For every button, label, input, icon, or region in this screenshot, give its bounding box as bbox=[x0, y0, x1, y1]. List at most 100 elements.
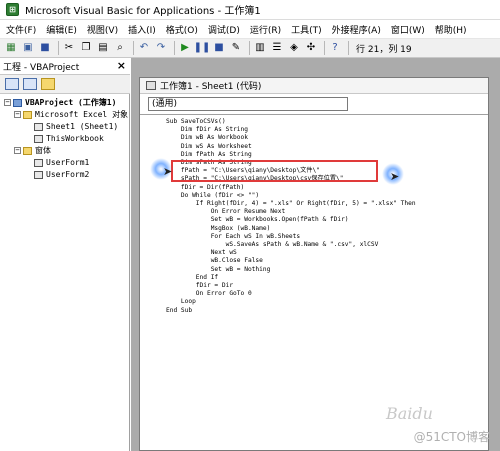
code-line[interactable]: End Sub bbox=[166, 307, 192, 315]
code-line[interactable]: Set wB = Workbooks.Open(fPath & fDir) bbox=[166, 216, 349, 224]
code-line[interactable]: If Right(fDir, 4) = ".xls" Or Right(fDir… bbox=[166, 200, 416, 208]
cursor-arrow-icon: ➤ bbox=[163, 165, 173, 178]
tree-item-forms[interactable]: − 窗体 bbox=[14, 145, 51, 156]
code-line[interactable]: fDir = Dir(fPath) bbox=[166, 184, 244, 192]
save-icon[interactable]: ■ bbox=[38, 41, 52, 55]
project-icon bbox=[13, 98, 22, 107]
code-window: 工作簿1 - Sheet1 (代码) (通用) Sub SaveToCSVs()… bbox=[139, 77, 489, 451]
cursor-position: 行 21，列 19 bbox=[356, 44, 412, 55]
run-icon[interactable]: ▶ bbox=[178, 41, 192, 55]
paste-icon[interactable]: ▤ bbox=[96, 41, 110, 55]
toggle-folders-icon[interactable] bbox=[41, 78, 55, 90]
tree-label: ThisWorkbook bbox=[46, 134, 104, 143]
userform-icon bbox=[34, 170, 43, 179]
design-mode-icon[interactable]: ✎ bbox=[229, 41, 243, 55]
menu-addins[interactable]: 外接程序(A) bbox=[332, 23, 381, 36]
cut-icon[interactable]: ✂ bbox=[62, 41, 76, 55]
code-line[interactable]: For Each wS In wB.Sheets bbox=[166, 233, 300, 241]
code-line[interactable]: On Error GoTo 0 bbox=[166, 290, 252, 298]
code-window-divider bbox=[140, 114, 488, 115]
code-window-title: 工作簿1 - Sheet1 (代码) bbox=[160, 82, 262, 92]
toolbar-divider bbox=[174, 41, 175, 55]
copy-icon[interactable]: ❐ bbox=[79, 41, 93, 55]
view-object-icon[interactable] bbox=[23, 78, 37, 90]
code-line[interactable]: Sub SaveToCSVs() bbox=[166, 118, 226, 126]
find-icon[interactable]: ⌕ bbox=[113, 41, 127, 55]
code-line[interactable]: Next wS bbox=[166, 249, 237, 257]
menu-view[interactable]: 视图(V) bbox=[87, 23, 118, 36]
baidu-watermark: Baidu bbox=[386, 404, 433, 423]
menu-bar: 文件(F) 编辑(E) 视图(V) 插入(I) 格式(O) 调试(D) 运行(R… bbox=[0, 21, 500, 39]
tree-item-sheet1[interactable]: Sheet1 (Sheet1) bbox=[34, 121, 118, 132]
code-line[interactable]: Dim wS As Worksheet bbox=[166, 143, 252, 151]
redo-icon[interactable]: ↷ bbox=[154, 41, 168, 55]
window-title: Microsoft Visual Basic for Applications … bbox=[25, 6, 261, 17]
code-window-titlebar[interactable]: 工作簿1 - Sheet1 (代码) bbox=[140, 78, 488, 94]
tree-label: Microsoft Excel 对象 bbox=[35, 110, 129, 119]
toolbar-divider bbox=[249, 41, 250, 55]
menu-edit[interactable]: 编辑(E) bbox=[46, 23, 77, 36]
collapse-icon[interactable]: − bbox=[4, 99, 11, 106]
title-bar: ⊞ Microsoft Visual Basic for Application… bbox=[0, 0, 500, 20]
project-explorer-icon[interactable]: ▥ bbox=[253, 41, 267, 55]
menu-help[interactable]: 帮助(H) bbox=[435, 23, 467, 36]
close-icon[interactable]: × bbox=[117, 59, 126, 72]
code-line[interactable]: Loop bbox=[166, 298, 196, 306]
code-line[interactable]: fDir = Dir bbox=[166, 282, 233, 290]
view-excel-icon[interactable]: ▦ bbox=[4, 41, 18, 55]
menu-tools[interactable]: 工具(T) bbox=[291, 23, 322, 36]
menu-file[interactable]: 文件(F) bbox=[6, 23, 36, 36]
tree-item-userform2[interactable]: UserForm2 bbox=[34, 169, 89, 180]
project-panel-toolbar bbox=[0, 75, 130, 94]
code-line[interactable]: Dim fPath As String bbox=[166, 151, 252, 159]
collapse-icon[interactable]: − bbox=[14, 111, 21, 118]
cursor-arrow-icon: ➤ bbox=[390, 170, 400, 183]
userform-icon bbox=[34, 158, 43, 167]
toolbar-divider bbox=[324, 41, 325, 55]
tree-label: 窗体 bbox=[35, 146, 51, 155]
folder-icon bbox=[23, 110, 32, 119]
highlight-box bbox=[171, 160, 378, 182]
undo-icon[interactable]: ↶ bbox=[137, 41, 151, 55]
object-combo[interactable]: (通用) bbox=[148, 97, 348, 111]
tree-item-userform1[interactable]: UserForm1 bbox=[34, 157, 89, 168]
toolbar-divider bbox=[348, 41, 349, 55]
code-line[interactable]: Dim fDir As String bbox=[166, 126, 248, 134]
collapse-icon[interactable]: − bbox=[14, 147, 21, 154]
menu-insert[interactable]: 插入(I) bbox=[128, 23, 156, 36]
help-icon[interactable]: ? bbox=[328, 41, 342, 55]
code-line[interactable]: On Error Resume Next bbox=[166, 208, 286, 216]
tree-item-thisworkbook[interactable]: ThisWorkbook bbox=[34, 133, 104, 144]
toolbar-divider bbox=[133, 41, 134, 55]
project-tree: − VBAProject (工作簿1) − Microsoft Excel 对象… bbox=[0, 94, 130, 451]
break-icon[interactable]: ❚❚ bbox=[194, 41, 211, 55]
tree-label: VBAProject (工作簿1) bbox=[25, 98, 117, 107]
menu-format[interactable]: 格式(O) bbox=[166, 23, 198, 36]
menu-run[interactable]: 运行(R) bbox=[250, 23, 281, 36]
reset-icon[interactable]: ■ bbox=[212, 41, 226, 55]
menu-debug[interactable]: 调试(D) bbox=[208, 23, 240, 36]
object-browser-icon[interactable]: ◈ bbox=[287, 41, 301, 55]
code-line[interactable]: Set wB = Nothing bbox=[166, 266, 271, 274]
workbook-icon bbox=[34, 134, 43, 143]
tree-item-excel-objects[interactable]: − Microsoft Excel 对象 bbox=[14, 109, 128, 120]
code-line[interactable]: MsgBox (wB.Name) bbox=[166, 225, 271, 233]
vba-app-icon: ⊞ bbox=[6, 3, 19, 16]
toolbox-icon[interactable]: ✣ bbox=[304, 41, 318, 55]
code-line[interactable]: wB.Close False bbox=[166, 257, 263, 265]
standard-toolbar: ▦ ▣ ■ ✂ ❐ ▤ ⌕ ↶ ↷ ▶ ❚❚ ■ ✎ ▥ ☰ ◈ ✣ ? 行 2… bbox=[0, 39, 500, 58]
properties-icon[interactable]: ☰ bbox=[270, 41, 284, 55]
menu-window[interactable]: 窗口(W) bbox=[391, 23, 425, 36]
project-panel-title: 工程 - VBAProject bbox=[3, 62, 80, 73]
insert-userform-icon[interactable]: ▣ bbox=[21, 41, 35, 55]
blog-watermark: @51CTO博客 bbox=[413, 430, 490, 444]
tree-label: UserForm2 bbox=[46, 170, 90, 179]
tree-item-vbaproject[interactable]: − VBAProject (工作簿1) bbox=[4, 97, 116, 108]
code-line[interactable]: Do While (fDir <> "") bbox=[166, 192, 259, 200]
code-line[interactable]: wS.SaveAs sPath & wB.Name & ".csv", xlCS… bbox=[166, 241, 379, 249]
toolbar-divider bbox=[58, 41, 59, 55]
code-line[interactable]: Dim wB As Workbook bbox=[166, 134, 248, 142]
code-line[interactable]: End If bbox=[166, 274, 218, 282]
view-code-icon[interactable] bbox=[5, 78, 19, 90]
code-window-icon bbox=[146, 81, 156, 90]
